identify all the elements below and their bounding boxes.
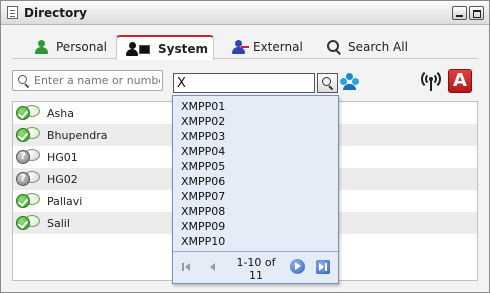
dropdown-pager: 1-10 of 11: [173, 252, 338, 283]
maximize-button[interactable]: [469, 6, 484, 20]
unknown-status-icon: ?: [16, 148, 42, 167]
acrobat-icon[interactable]: A: [448, 69, 472, 93]
search-icon: [321, 76, 335, 90]
dropdown-item[interactable]: XMPP07: [173, 189, 338, 204]
tab-system[interactable]: System: [116, 35, 214, 60]
search-input[interactable]: [34, 73, 160, 88]
tab-label: Personal: [56, 40, 108, 54]
available-status-icon: [16, 104, 42, 123]
system-directory-icon: [126, 41, 152, 57]
system-directory-dropdown: XMPP01 XMPP02 XMPP03 XMPP04 XMPP05 XMPP0…: [172, 95, 339, 284]
title-bar[interactable]: Directory: [1, 1, 489, 25]
social-directory-icon[interactable]: [340, 72, 360, 92]
contact-name: Asha: [47, 107, 74, 120]
contact-name: Bhupendra: [47, 129, 108, 142]
tab-label: System: [158, 41, 208, 56]
search-icon: [326, 39, 342, 55]
dropdown-item[interactable]: XMPP09: [173, 219, 338, 234]
first-page-icon[interactable]: [181, 261, 193, 273]
search-icon: [17, 74, 31, 88]
tab-personal[interactable]: Personal: [34, 35, 107, 59]
last-page-icon[interactable]: [316, 260, 330, 274]
page-total: 11: [249, 269, 263, 282]
wireless-signal-icon[interactable]: [420, 69, 442, 92]
contact-name: Salil: [47, 217, 70, 230]
address-book-icon: [7, 6, 18, 19]
dropdown-item[interactable]: XMPP02: [173, 114, 338, 129]
tab-label: Search All: [348, 40, 408, 54]
tab-search-all[interactable]: Search All: [326, 35, 408, 59]
dropdown-item[interactable]: XMPP10: [173, 234, 338, 249]
contact-name: HG02: [47, 173, 78, 186]
dropdown-list: XMPP01 XMPP02 XMPP03 XMPP04 XMPP05 XMPP0…: [173, 99, 338, 249]
dropdown-item[interactable]: XMPP08: [173, 204, 338, 219]
tab-bar: Personal System External Search All: [12, 35, 478, 60]
tab-label: External: [253, 40, 303, 54]
dropdown-item[interactable]: XMPP05: [173, 159, 338, 174]
dropdown-item[interactable]: XMPP06: [173, 174, 338, 189]
system-directory-combo[interactable]: [173, 73, 315, 93]
available-status-icon: [16, 192, 42, 211]
combo-input[interactable]: [177, 75, 312, 91]
dropdown-item[interactable]: XMPP04: [173, 144, 338, 159]
next-page-icon[interactable]: [290, 259, 305, 274]
available-status-icon: [16, 126, 42, 145]
previous-page-icon[interactable]: [207, 261, 219, 273]
unknown-status-icon: ?: [16, 170, 42, 189]
contact-name: Pallavi: [47, 195, 83, 208]
tab-external[interactable]: External: [231, 35, 303, 59]
directory-search-field[interactable]: [12, 70, 163, 91]
external-contact-icon: [231, 39, 249, 55]
dropdown-item[interactable]: XMPP03: [173, 129, 338, 144]
contact-name: HG01: [47, 151, 78, 164]
dropdown-item[interactable]: XMPP01: [173, 99, 338, 114]
window-title: Directory: [24, 6, 87, 20]
minimize-button[interactable]: [452, 6, 467, 20]
available-status-icon: [16, 214, 42, 233]
person-green-icon: [34, 39, 50, 55]
page-range-label: 1-10 of 11: [229, 256, 283, 282]
page-range: 1-10 of: [236, 256, 276, 269]
combo-search-button[interactable]: [317, 73, 338, 93]
